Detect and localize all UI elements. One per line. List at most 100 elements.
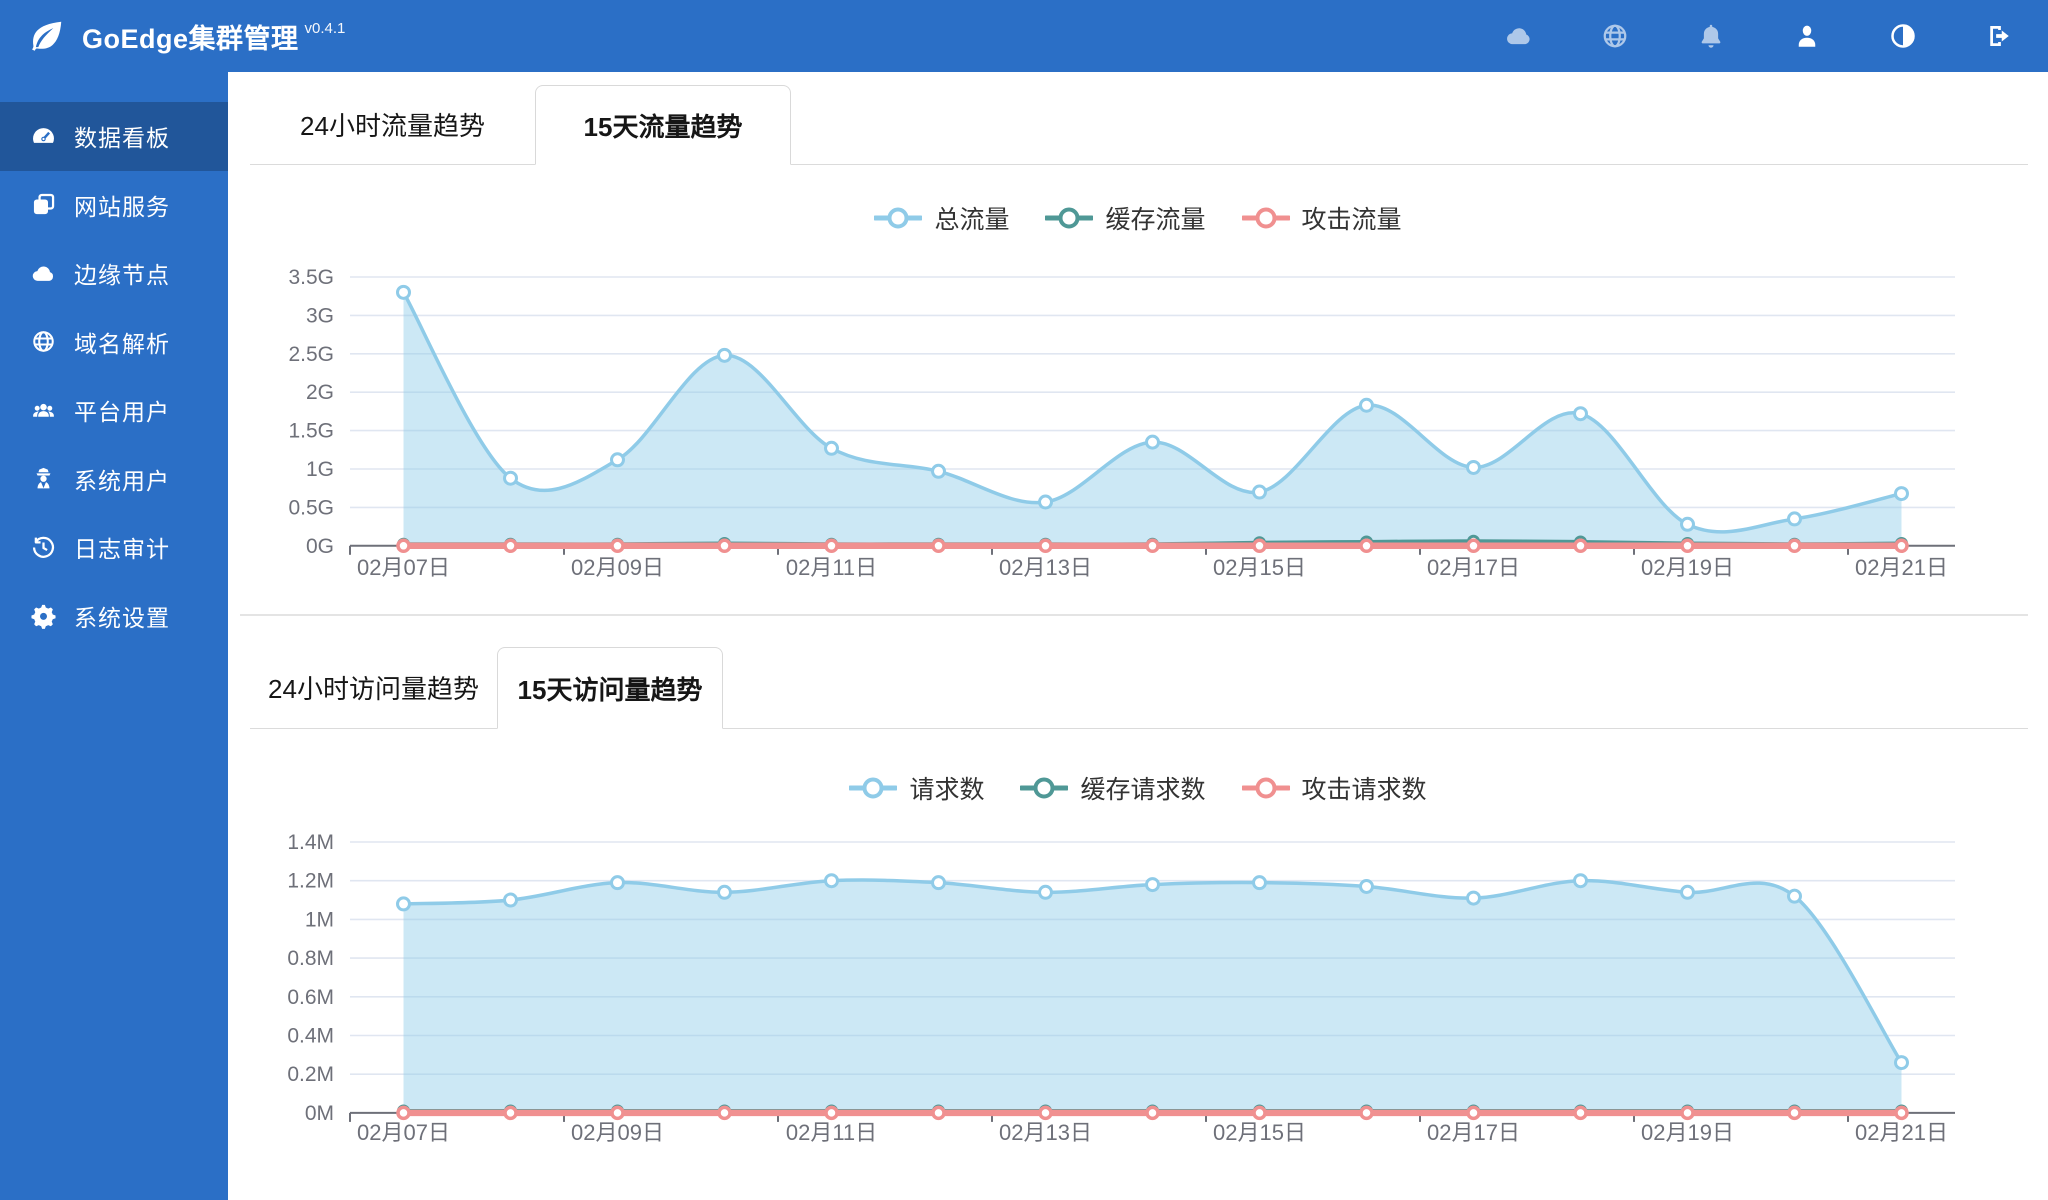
svg-text:02月11日: 02月11日 xyxy=(786,555,877,580)
svg-text:02月17日: 02月17日 xyxy=(1427,555,1520,580)
tab-label: 24小时访问量趋势 xyxy=(268,674,479,704)
legend-item-请求数[interactable]: 请求数 xyxy=(849,770,984,806)
platform-users-icon xyxy=(30,397,57,424)
globe-icon[interactable] xyxy=(1600,21,1630,51)
legend-label: 缓存流量 xyxy=(1105,206,1206,234)
legend-marker-icon xyxy=(1241,207,1290,229)
sidebar-item-sites[interactable]: 网站服务 xyxy=(0,171,228,240)
tab-label: 24小时流量趋势 xyxy=(300,111,485,141)
main-content: 24小时流量趋势 15天流量趋势 总流量 缓存流量 攻击流量 3.5G 3G 2.5G… xyxy=(228,72,2048,1200)
system-users-icon xyxy=(30,465,57,492)
sites-icon xyxy=(30,191,57,218)
svg-text:02月07日: 02月07日 xyxy=(357,555,450,580)
sidebar-item-label: 数据看板 xyxy=(74,125,170,152)
legend-label: 总流量 xyxy=(934,206,1010,234)
dashboard-icon xyxy=(30,123,57,150)
svg-text:02月19日: 02月19日 xyxy=(1641,555,1734,580)
svg-text:1M: 1M xyxy=(305,908,334,931)
svg-text:0.8M: 0.8M xyxy=(287,947,334,970)
tab-requests-15d[interactable]: 15天访问量趋势 xyxy=(497,647,723,729)
legend-marker-icon xyxy=(1045,207,1094,229)
svg-text:0.2M: 0.2M xyxy=(287,1063,334,1086)
dns-icon xyxy=(30,328,57,355)
legend-marker-icon xyxy=(874,207,923,229)
svg-text:1.4M: 1.4M xyxy=(287,831,334,854)
requests-trend-chart: 1.4M 1.2M 1M 0.8M 0.6M 0.4M 0.2M 0M 02月07日 02月09日… xyxy=(287,831,1955,1145)
tab-traffic-24h[interactable]: 24小时流量趋势 xyxy=(250,85,535,164)
legend-label: 请求数 xyxy=(909,776,985,804)
goedge-logo-icon xyxy=(28,17,66,55)
bell-icon[interactable] xyxy=(1696,21,1726,51)
legend-marker-icon xyxy=(849,777,898,799)
tab-label: 15天流量趋势 xyxy=(583,111,743,142)
requests-chart-legend: 请求数 缓存请求数 攻击请求数 xyxy=(228,770,2048,806)
sidebar-item-label: 网站服务 xyxy=(74,193,170,220)
sidebar-item-platform-users[interactable]: 平台用户 xyxy=(0,376,228,445)
legend-marker-icon xyxy=(1241,777,1290,799)
sidebar-item-label: 边缘节点 xyxy=(74,262,170,289)
svg-text:1.2M: 1.2M xyxy=(287,870,334,893)
legend-item-缓存流量[interactable]: 缓存流量 xyxy=(1045,200,1206,236)
edge-nodes-icon xyxy=(30,260,57,287)
svg-text:0M: 0M xyxy=(305,1102,334,1125)
svg-text:02月09日: 02月09日 xyxy=(571,555,664,580)
sidebar-item-dns[interactable]: 域名解析 xyxy=(0,308,228,377)
sidebar-item-label: 系统用户 xyxy=(74,467,170,494)
tab-label: 15天访问量趋势 xyxy=(517,674,703,705)
sidebar-item-label: 系统设置 xyxy=(74,604,170,631)
audit-log-icon xyxy=(30,534,57,561)
top-header: GoEdge集群管理 v0.4.1 xyxy=(0,0,2048,72)
legend-item-缓存请求数[interactable]: 缓存请求数 xyxy=(1020,770,1206,806)
svg-text:2G: 2G xyxy=(306,381,334,404)
svg-text:0.4M: 0.4M xyxy=(287,1025,334,1048)
sidebar-item-label: 平台用户 xyxy=(74,399,170,426)
svg-text:0.6M: 0.6M xyxy=(287,986,334,1009)
svg-text:02月13日: 02月13日 xyxy=(999,555,1092,580)
svg-text:02月15日: 02月15日 xyxy=(1213,1120,1306,1145)
legend-label: 攻击请求数 xyxy=(1301,776,1427,804)
svg-text:1G: 1G xyxy=(306,458,334,481)
svg-text:0.5G: 0.5G xyxy=(288,496,334,519)
sidebar-item-dashboard[interactable]: 数据看板 xyxy=(0,102,228,171)
traffic-chart-legend: 总流量 缓存流量 攻击流量 xyxy=(228,200,2048,236)
app-version: v0.4.1 xyxy=(304,19,346,37)
svg-text:02月13日: 02月13日 xyxy=(999,1120,1092,1145)
sidebar-item-edge-nodes[interactable]: 边缘节点 xyxy=(0,239,228,308)
sidebar-item-system-users[interactable]: 系统用户 xyxy=(0,445,228,514)
svg-text:02月17日: 02月17日 xyxy=(1427,1120,1520,1145)
sidebar-item-label: 域名解析 xyxy=(74,330,170,357)
sidebar-item-settings[interactable]: 系统设置 xyxy=(0,582,228,651)
svg-text:02月09日: 02月09日 xyxy=(571,1120,664,1145)
tab-traffic-15d[interactable]: 15天流量趋势 xyxy=(535,85,791,165)
svg-text:02月07日: 02月07日 xyxy=(357,1120,450,1145)
svg-text:02月11日: 02月11日 xyxy=(786,1120,877,1145)
app-title: GoEdge集群管理 xyxy=(82,23,299,54)
svg-text:3G: 3G xyxy=(306,304,334,327)
legend-label: 缓存请求数 xyxy=(1080,776,1206,804)
legend-item-攻击请求数[interactable]: 攻击请求数 xyxy=(1241,770,1427,806)
tab-requests-24h[interactable]: 24小时访问量趋势 xyxy=(250,647,497,728)
svg-text:02月21日: 02月21日 xyxy=(1855,555,1948,580)
svg-text:02月19日: 02月19日 xyxy=(1641,1120,1734,1145)
legend-item-总流量[interactable]: 总流量 xyxy=(874,200,1009,236)
svg-text:1.5G: 1.5G xyxy=(288,420,334,443)
sidebar-item-audit-log[interactable]: 日志审计 xyxy=(0,513,228,582)
svg-text:2.5G: 2.5G xyxy=(288,343,334,366)
section-divider xyxy=(240,614,2028,616)
contrast-icon[interactable] xyxy=(1888,21,1918,51)
legend-item-攻击流量[interactable]: 攻击流量 xyxy=(1241,200,1402,236)
sidebar-item-label: 日志审计 xyxy=(74,536,170,563)
svg-text:02月21日: 02月21日 xyxy=(1855,1120,1948,1145)
legend-marker-icon xyxy=(1020,777,1069,799)
logout-icon[interactable] xyxy=(1984,21,2014,51)
header-icon-group xyxy=(1504,21,2014,51)
traffic-trend-tabbar: 24小时流量趋势 15天流量趋势 xyxy=(250,85,2028,165)
svg-text:0G: 0G xyxy=(306,535,334,558)
traffic-trend-chart: 3.5G 3G 2.5G 2G 1.5G 1G 0.5G 0G 02月07日 02月09日 02月1… xyxy=(288,266,1955,580)
legend-label: 攻击流量 xyxy=(1301,206,1402,234)
svg-text:3.5G: 3.5G xyxy=(288,266,334,289)
sidebar-nav: 数据看板 网站服务 边缘节点 域名解析 平台用户 系统用户 日志审计 系统设置 xyxy=(0,72,228,1200)
user-icon[interactable] xyxy=(1792,21,1822,51)
cloud-icon[interactable] xyxy=(1504,21,1534,51)
settings-icon xyxy=(30,602,57,630)
